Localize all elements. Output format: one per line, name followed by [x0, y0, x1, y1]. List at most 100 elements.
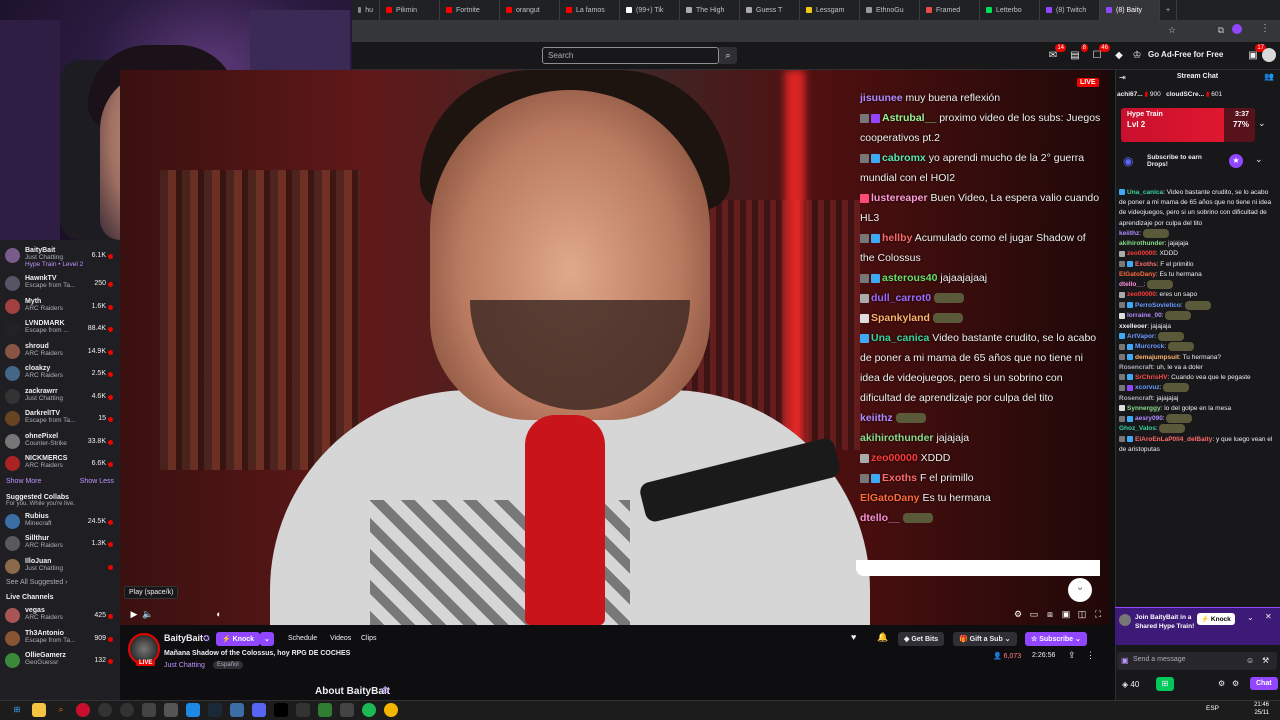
chat-username[interactable]: Rosencraft — [1119, 395, 1153, 402]
language-tag[interactable]: Español — [213, 661, 243, 669]
chat-username[interactable]: ElGatoDany — [1119, 271, 1156, 278]
sidebar-channel[interactable]: ohnePixel Counter-Strike 33.8K — [0, 430, 120, 453]
leaderboard-user-2[interactable]: cloudSCre... — [1166, 91, 1204, 98]
app-icon-10[interactable] — [340, 703, 354, 717]
new-tab-button[interactable]: + — [1160, 0, 1178, 20]
browser-tab[interactable]: orangut — [500, 0, 560, 20]
sidebar-channel[interactable]: NICKMERCS ARC Raiders 6.6K — [0, 452, 120, 475]
see-all-suggested-link[interactable]: See All Suggested › — [0, 577, 120, 588]
browser-tab[interactable]: Guess T — [740, 0, 800, 20]
subscribe-button[interactable]: ☆ Subscribe ⌄ — [1025, 632, 1087, 646]
chat-username[interactable]: demajumpsuit — [1135, 354, 1179, 361]
browser-tab[interactable]: The High — [680, 0, 740, 20]
more-options-icon[interactable]: ⋮ — [1086, 650, 1095, 661]
show-less-link[interactable]: Show Less — [74, 475, 120, 488]
sidebar-channel[interactable]: vegas ARC Raiders 425 — [0, 604, 120, 627]
crown-icon[interactable]: ♔ — [1130, 49, 1144, 63]
bookmark-star-icon[interactable]: ☆ — [1168, 25, 1176, 36]
chat-username[interactable]: Synnerggy — [1127, 405, 1161, 412]
sidebar-channel[interactable]: BaityBait Just Chatting Hype Train • Level… — [0, 244, 120, 272]
browser-tab[interactable]: Pikmin — [380, 0, 440, 20]
knock-button[interactable]: ⚡ Knock — [216, 632, 261, 646]
browser-tab[interactable]: Fortnite — [440, 0, 500, 20]
chat-username[interactable]: lorraine_00 — [1127, 312, 1162, 319]
app-icon-1[interactable] — [76, 703, 90, 717]
browser-tab[interactable]: (99+) Tik — [620, 0, 680, 20]
knock-dropdown-icon[interactable]: ⌄ — [260, 632, 274, 646]
bits-cheer-icon[interactable]: ⚒ — [1262, 656, 1269, 665]
sidebar-channel[interactable]: shroud ARC Raiders 14.9K — [0, 340, 120, 363]
browser-tab[interactable]: EthnoGu — [860, 0, 920, 20]
volume-icon[interactable]: 🔈 — [142, 608, 154, 620]
app-icon-4[interactable] — [142, 703, 156, 717]
share-icon[interactable]: ⇪ — [1068, 650, 1076, 661]
extensions-icon[interactable]: ⧉ — [1218, 25, 1224, 36]
search-icon[interactable]: ⌕ — [719, 47, 737, 64]
chat-username[interactable]: akihirothunder — [1119, 240, 1165, 247]
chat-username[interactable]: zeo00000 — [1127, 291, 1156, 298]
leaderboard-user-1[interactable]: achi67... — [1117, 91, 1143, 98]
sidebar-channel[interactable]: LVNDMARK Escape from ... 88.4K — [0, 317, 120, 340]
chat-username[interactable]: Murcrock — [1135, 343, 1164, 350]
settings-icon[interactable]: ⚙ — [1012, 608, 1024, 620]
app-icon-6[interactable] — [186, 703, 200, 717]
chrome-icon[interactable] — [384, 703, 398, 717]
search-input[interactable]: Search — [542, 47, 719, 64]
show-more-link[interactable]: Show More — [0, 475, 47, 488]
app-icon-5[interactable] — [164, 703, 178, 717]
browser-tab[interactable]: Lessgam — [800, 0, 860, 20]
sidebar-channel[interactable]: cloakzy ARC Raiders 2.5K — [0, 362, 120, 385]
notifications-icon[interactable]: ▤ 8 — [1068, 44, 1088, 63]
chat-settings-icon[interactable]: ⚙ — [1218, 679, 1225, 688]
whispers-icon[interactable]: ☐ 46 — [1090, 44, 1110, 63]
app-icon-9[interactable] — [318, 703, 332, 717]
picture-in-picture-icon[interactable]: ▣ — [1060, 608, 1072, 620]
app-icon-7[interactable] — [230, 703, 244, 717]
clip-icon[interactable]: ▭ — [1028, 608, 1040, 620]
browser-tab[interactable]: (8) Twitch — [1040, 0, 1100, 20]
emote-picker-icon[interactable]: ☺ — [1246, 656, 1254, 665]
chat-username[interactable]: PerroSovietico — [1135, 302, 1181, 309]
sidebar-channel[interactable]: DarkrelITV Escape from Ta... 15 — [0, 407, 120, 430]
gift-sub-button[interactable]: 🎁 Gift a Sub ⌄ — [953, 632, 1017, 646]
profile-icon[interactable] — [1232, 24, 1242, 34]
claim-points-icon[interactable]: ⊞ — [1156, 677, 1174, 691]
channel-points[interactable]: ◈ 40 — [1122, 680, 1139, 689]
chat-username[interactable]: xcorvuz — [1135, 384, 1160, 391]
chat-username[interactable]: dtello__ — [1119, 281, 1144, 288]
hype-train-expand-icon[interactable]: ⌄ — [1258, 118, 1266, 129]
notification-bell-icon[interactable]: 🔔 — [877, 632, 888, 643]
browser-tab[interactable]: (8) Baity — [1100, 0, 1160, 20]
prime-icon[interactable]: ▣ 17 — [1246, 44, 1266, 63]
follow-heart-icon[interactable]: ♥ — [851, 632, 856, 642]
language-indicator[interactable]: ESP — [1206, 705, 1219, 712]
discord-taskbar-icon[interactable] — [252, 703, 266, 717]
browser-tab[interactable]: La famos — [560, 0, 620, 20]
volume-slider-handle[interactable]: ◖ — [212, 608, 224, 620]
clock[interactable]: 21:46 25/11 — [1254, 701, 1269, 717]
app-icon-8[interactable] — [296, 703, 310, 717]
tiktok-icon[interactable] — [274, 703, 288, 717]
drops-expand-icon[interactable]: ⌄ — [1255, 154, 1263, 165]
chat-users-icon[interactable]: 👥 — [1264, 72, 1274, 81]
start-icon[interactable]: ⊞ — [10, 703, 24, 717]
sidebar-channel[interactable]: Myth ARC Raiders 1.6K — [0, 295, 120, 318]
get-bits-button[interactable]: ◆ Get Bits — [898, 632, 945, 646]
category-link[interactable]: Just Chatting — [164, 662, 205, 669]
browser-menu-icon[interactable]: ⋮ — [1260, 23, 1270, 34]
browser-tab[interactable]: Framed — [920, 0, 980, 20]
search-taskbar-icon[interactable]: ⌕ — [54, 703, 68, 717]
chat-username[interactable]: aesry090 — [1135, 415, 1163, 422]
channel-name[interactable]: BaityBait — [164, 633, 203, 643]
tab-schedule[interactable]: Schedule — [288, 635, 317, 642]
fullscreen-icon[interactable]: ⛶ — [1092, 608, 1104, 620]
app-icon-2[interactable] — [98, 703, 112, 717]
play-icon[interactable]: ▶ — [128, 608, 140, 620]
chat-badge-icon[interactable]: ▣ — [1121, 656, 1129, 665]
sidebar-channel[interactable]: HawnkTV Escape from Ta... 250 — [0, 272, 120, 295]
steam-icon[interactable] — [208, 703, 222, 717]
hype-train-banner[interactable]: Hype Train 3:37 Lvl 2 77% — [1121, 108, 1255, 142]
sidebar-channel[interactable]: Th3Antonio Escape from Ta... 909 — [0, 627, 120, 650]
chat-username[interactable]: ElAroEnLaP0ll4_delBaity — [1135, 436, 1212, 443]
shared-hype-train-banner[interactable]: Join BaityBait in a Shared Hype Train! ⚡… — [1115, 607, 1280, 645]
